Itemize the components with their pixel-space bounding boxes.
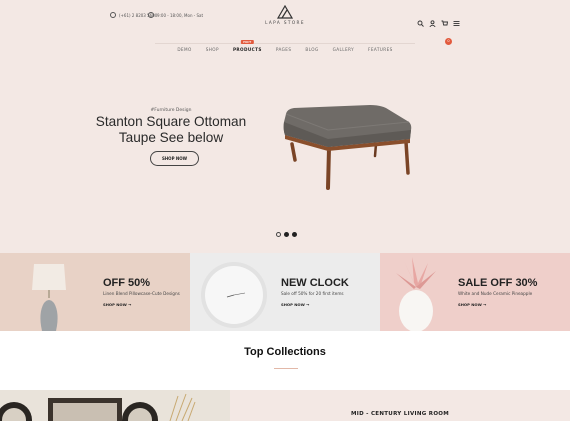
banner-subtitle: Linen Blend Pillowcase-Cute Designs: [103, 291, 180, 296]
phone-icon: [110, 12, 116, 18]
clock-icon: [148, 12, 154, 18]
opening-hours: 9:00 - 18:00, Mon - Sat: [148, 12, 203, 18]
arrow-right-icon: →: [126, 302, 132, 307]
banner-title: OFF 50%: [103, 277, 151, 289]
cart-icon[interactable]: 0: [441, 12, 452, 45]
banner-link-label: SHOP NOW: [458, 302, 482, 307]
site-header: (+61) 2 8203 5600 9:00 - 18:00, Mon - Sa…: [0, 0, 570, 45]
section-title: Top Collections: [244, 346, 326, 358]
banner-link-label: SHOP NOW: [281, 302, 305, 307]
slider-dot-active[interactable]: [284, 232, 289, 237]
nav-item-shop[interactable]: SHOP: [206, 47, 219, 52]
banner-subtitle: Sale off 50% for 20 first items: [281, 291, 344, 296]
menu-icon[interactable]: [453, 12, 460, 26]
promo-banner-pineapple[interactable]: SALE OFF 30% White and Nude Ceramic Pine…: [380, 253, 570, 331]
nav-item-pages[interactable]: PAGES: [276, 47, 292, 52]
promo-banner-clock[interactable]: NEW CLOCK Sale off 50% for 20 first item…: [190, 253, 380, 331]
banner-shop-now-link[interactable]: SHOP NOW →: [458, 302, 486, 307]
hero-title-line-2: Taupe See below: [118, 130, 224, 145]
nav-item-blog[interactable]: BLOG: [305, 47, 318, 52]
nav-item-products-label: PRODUCTS: [232, 47, 262, 52]
lamp-image: [32, 264, 66, 331]
logo-mark-icon: [277, 5, 293, 19]
pineapple-image: [396, 257, 436, 331]
nav-item-gallery[interactable]: GALLERY: [333, 47, 354, 52]
collection-image[interactable]: [0, 390, 230, 421]
collection-title[interactable]: MID - CENTURY LIVING ROOM: [230, 411, 570, 417]
slider-dot[interactable]: [276, 232, 281, 237]
collection-panel: MID - CENTURY LIVING ROOM: [230, 390, 570, 421]
ottoman-product-image: [283, 105, 412, 190]
section-title-underline: [274, 368, 298, 369]
slider-dot[interactable]: [292, 232, 297, 237]
arrow-right-icon: →: [481, 302, 487, 307]
hero-title: Stanton Square Ottoman Taupe See below: [86, 114, 256, 146]
hero-title-line-1: Stanton Square Ottoman: [95, 114, 247, 129]
header-divider: [155, 43, 415, 44]
hero-tagline: #Furniture Design: [150, 108, 192, 113]
living-room-image: [0, 390, 230, 421]
hours-text: 9:00 - 18:00, Mon - Sat: [157, 12, 204, 18]
hero-shop-now-button[interactable]: SHOP NOW: [150, 151, 199, 166]
promo-banner-lamp[interactable]: OFF 50% Linen Blend Pillowcase-Cute Desi…: [0, 253, 190, 331]
clock-image: [201, 262, 267, 328]
banner-link-label: SHOP NOW: [103, 302, 127, 307]
banner-title: SALE OFF 30%: [458, 277, 538, 289]
logo-text: LAPA STORE: [265, 20, 305, 25]
hot-badge: HOT: [241, 40, 254, 44]
nav-item-features[interactable]: FEATURES: [368, 47, 393, 52]
nav-item-products[interactable]: HOT PRODUCTS: [232, 40, 262, 52]
search-icon[interactable]: [417, 12, 424, 27]
header-actions: 0: [417, 12, 460, 45]
user-icon[interactable]: [429, 12, 436, 28]
main-nav: DEMO SHOP HOT PRODUCTS PAGES BLOG GALLER…: [0, 40, 570, 52]
cart-count-badge: 0: [445, 38, 452, 45]
arrow-right-icon: →: [304, 302, 310, 307]
hero-slider-dots: [276, 232, 297, 237]
banner-shop-now-link[interactable]: SHOP NOW →: [281, 302, 309, 307]
banner-shop-now-link[interactable]: SHOP NOW →: [103, 302, 131, 307]
banner-title: NEW CLOCK: [281, 277, 349, 289]
banner-subtitle: White and Nude Ceramic Pineapple: [458, 291, 533, 296]
site-logo[interactable]: LAPA STORE: [263, 5, 307, 25]
nav-item-demo[interactable]: DEMO: [177, 47, 191, 52]
